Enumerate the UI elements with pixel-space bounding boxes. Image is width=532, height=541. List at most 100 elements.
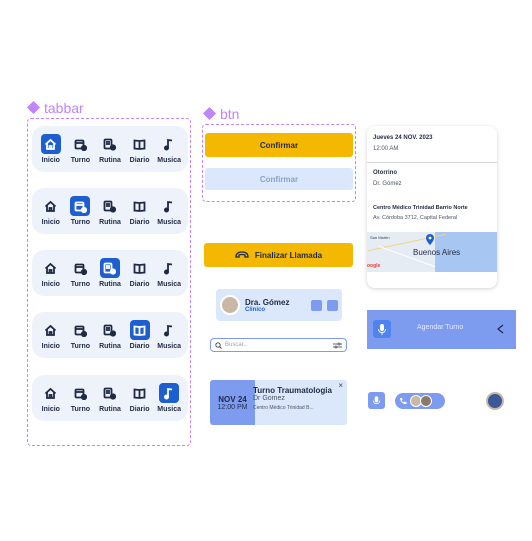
search-bar[interactable]: Buscar.. (210, 338, 347, 352)
phone-icon (400, 398, 407, 405)
search-input[interactable]: Buscar.. (225, 342, 330, 348)
tab-label: Inicio (41, 343, 60, 350)
agendar-turno-bar[interactable]: Agendar Turno (367, 310, 516, 349)
map-brand: oogle (367, 263, 381, 269)
tab-inicio[interactable]: Inicio (38, 253, 64, 293)
diary-icon (130, 196, 150, 216)
tab-rutina[interactable]: Rutina (97, 253, 123, 293)
microphone-icon (378, 323, 386, 335)
calendar-icon (70, 258, 90, 278)
confirm-button[interactable]: Confirmar (205, 133, 353, 157)
map-pin-icon (426, 234, 434, 245)
close-icon[interactable]: × (338, 381, 343, 390)
doctor-name: Dra. Gómez (245, 297, 290, 307)
appointment-day: NOV 24 (218, 394, 247, 404)
divider (367, 162, 497, 163)
microphone-button[interactable] (373, 320, 391, 338)
video-call-icon[interactable] (311, 299, 322, 311)
tab-musica[interactable]: Musica (156, 129, 182, 169)
tab-diario[interactable]: Diario (127, 129, 153, 169)
detail-specialty: Otorrino (373, 170, 397, 176)
diary-icon (129, 320, 150, 340)
tab-turno[interactable]: Turno (67, 315, 93, 355)
chevron-left-icon[interactable] (497, 324, 504, 334)
tab-label: Diario (129, 343, 150, 350)
music-icon (159, 196, 179, 216)
home-icon (41, 196, 61, 216)
appointment-detail-card: Jueves 24 NOV. 2023 12:00 AM Otorrino Dr… (367, 126, 497, 288)
routine-icon (99, 258, 120, 278)
tab-label: Diario (129, 281, 150, 288)
tab-label: Turno (70, 343, 91, 350)
doctor-role: Clinico (245, 306, 266, 313)
tab-rutina[interactable]: Rutina (97, 315, 123, 355)
tabbar-variant-inicio: Inicio Turno Rutina Diario Musica (32, 126, 188, 172)
tab-rutina[interactable]: Rutina (97, 191, 123, 231)
map-preview[interactable]: San Martín Buenos Aires oogle (367, 232, 497, 272)
end-call-button[interactable]: Finalizar Llamada (204, 243, 353, 267)
tabbar-variant-diario: Inicio Turno Rutina Diario Musica (32, 312, 188, 358)
tab-inicio[interactable]: Inicio (38, 315, 64, 355)
tab-diario[interactable]: Diario (127, 315, 153, 355)
routine-icon (100, 320, 120, 340)
component-icon (26, 100, 41, 115)
avatar (420, 395, 432, 407)
tab-label: Inicio (41, 281, 60, 288)
routine-icon (100, 383, 120, 403)
tab-musica[interactable]: Musica (156, 378, 182, 418)
phone-hangup-icon (235, 251, 249, 258)
agendar-turno-label: Agendar Turno (417, 324, 464, 331)
component-icon (202, 106, 217, 121)
tab-rutina[interactable]: Rutina (97, 378, 123, 418)
tab-turno[interactable]: Turno (67, 253, 93, 293)
tab-musica[interactable]: Musica (156, 315, 182, 355)
tab-inicio[interactable]: Inicio (38, 129, 64, 169)
tab-label: Musica (157, 157, 182, 164)
appointment-doctor: Dr Gomez (253, 395, 285, 402)
music-icon (159, 134, 179, 154)
call-participants-pill[interactable] (395, 393, 445, 409)
btn-component-label: btn (202, 106, 240, 122)
tab-diario[interactable]: Diario (127, 191, 153, 231)
map-area-label: San Martín (370, 235, 390, 240)
tabbar-variant-turno: Inicio Turno Rutina Diario Musica (32, 188, 188, 234)
detail-date: Jueves 24 NOV. 2023 (373, 135, 433, 141)
tab-turno[interactable]: Turno (67, 378, 93, 418)
detail-doctor: Dr. Gómez (373, 181, 402, 187)
tab-label: Rutina (99, 157, 121, 164)
tab-turno[interactable]: Turno (67, 191, 93, 231)
diary-icon (130, 383, 150, 403)
tab-turno[interactable]: Turno (67, 129, 93, 169)
user-avatar[interactable] (486, 392, 504, 410)
tabbar-component-label: tabbar (26, 100, 84, 116)
tab-inicio[interactable]: Inicio (38, 378, 64, 418)
tab-label: Musica (157, 281, 182, 288)
home-icon (41, 383, 61, 403)
filter-icon[interactable] (333, 342, 342, 349)
tabbar-variant-rutina: Inicio Turno Rutina Diario Musica (32, 250, 188, 296)
tab-label: Musica (157, 406, 182, 413)
detail-address: Av. Córdoba 3712, Capital Federal (373, 215, 458, 221)
home-icon (41, 320, 61, 340)
tab-musica[interactable]: Musica (156, 253, 182, 293)
appointment-place: Centro Médico Trinidad B... (253, 405, 314, 411)
tab-label: Turno (70, 219, 91, 226)
calendar-icon (70, 320, 90, 340)
tab-inicio[interactable]: Inicio (38, 191, 64, 231)
phone-icon[interactable] (327, 299, 338, 311)
tab-diario[interactable]: Diario (127, 253, 153, 293)
tab-label: Diario (129, 157, 150, 164)
tab-rutina[interactable]: Rutina (97, 129, 123, 169)
btn-label-text: btn (220, 106, 240, 122)
tab-label: Rutina (99, 219, 121, 226)
doctor-chip[interactable]: Dra. Gómez Clinico (216, 289, 342, 321)
music-icon (159, 320, 179, 340)
tab-musica[interactable]: Musica (156, 191, 182, 231)
confirm-button-disabled[interactable]: Confirmar (205, 168, 353, 190)
tab-diario[interactable]: Diario (127, 378, 153, 418)
music-icon (159, 258, 179, 278)
home-icon (40, 134, 61, 154)
microphone-button-small[interactable] (368, 392, 385, 409)
tab-label: Diario (129, 406, 150, 413)
appointment-card[interactable]: NOV 24 12:00 PM Turno Traumatologia Dr G… (210, 380, 347, 425)
